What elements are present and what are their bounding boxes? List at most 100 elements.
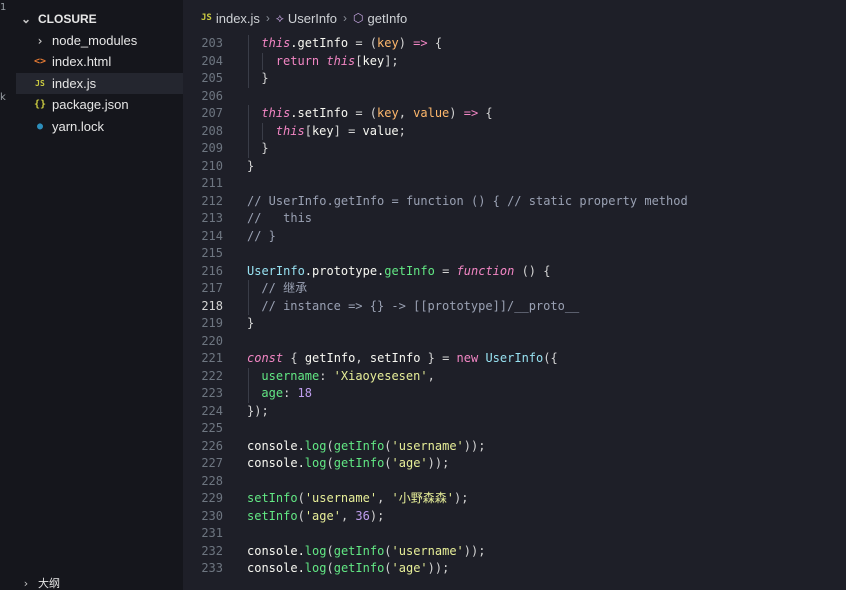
code-text: this.getInfo = (key) => {: [261, 35, 442, 53]
code-text: setInfo('username', '小野森森');: [247, 490, 468, 508]
code-token: ));: [463, 438, 486, 453]
code-token: (: [326, 543, 334, 558]
code-line[interactable]: 213 // this: [183, 210, 846, 228]
explorer-folder-header[interactable]: ⌄ CLOSURE: [20, 10, 97, 28]
line-number: 219: [201, 316, 223, 330]
code-line[interactable]: 231: [183, 525, 846, 543]
code-line[interactable]: 207 this.setInfo = (key, value) => {: [183, 105, 846, 123]
code-token: =: [434, 263, 457, 278]
code-token: ): [398, 36, 414, 50]
code-line[interactable]: 223 age: 18: [183, 385, 846, 403]
indent-guide: [248, 140, 249, 158]
explorer-sidebar: ⌄ CLOSURE › node_modules <> index.html J…: [12, 0, 183, 590]
code-token: console.: [247, 543, 305, 558]
code-token: [: [355, 53, 363, 68]
code-line[interactable]: 208 this[key] = value;: [183, 122, 846, 140]
code-line[interactable]: 205}: [183, 70, 846, 88]
code-line[interactable]: 204 return this[key];: [183, 52, 846, 71]
breadcrumb-file[interactable]: index.js: [216, 11, 260, 26]
file-item-index-html[interactable]: <> index.html: [16, 51, 183, 72]
code-token: .getInfo: [290, 36, 356, 50]
code-token: }: [247, 316, 255, 330]
html-icon: <>: [34, 56, 47, 67]
code-token: ;: [398, 123, 406, 138]
line-number: 218: [201, 298, 223, 313]
code-line[interactable]: 220: [183, 333, 846, 351]
code-line[interactable]: 224});: [183, 403, 846, 421]
code-editor[interactable]: JS index.js › ⟡ UserInfo › ⬡ getInfo 203…: [183, 0, 846, 590]
code-token: console.: [247, 438, 305, 453]
line-number: 222: [201, 368, 223, 383]
file-name: yarn.lock: [52, 119, 105, 134]
chevron-right-icon: ›: [343, 11, 347, 25]
code-token: :: [319, 368, 334, 383]
file-item-package-json[interactable]: {} package.json: [16, 94, 183, 115]
code-token: 'age': [391, 561, 428, 575]
code-line[interactable]: 217 // 继承: [183, 280, 846, 298]
code-token: log: [304, 456, 327, 470]
code-token: 'username': [391, 438, 464, 453]
code-token: ,: [355, 351, 370, 365]
code-token: (: [384, 438, 392, 453]
breadcrumb-symbol-class[interactable]: UserInfo: [288, 11, 337, 26]
code-line[interactable]: 214 // }: [183, 228, 846, 246]
breadcrumb-symbol-method[interactable]: getInfo: [367, 11, 407, 26]
code-line[interactable]: 232 console.log(getInfo('username'));: [183, 543, 846, 561]
code-line[interactable]: 218 // instance => {} -> [[prototype]]/__…: [183, 297, 846, 315]
line-number: 233: [201, 561, 223, 575]
code-token: this: [275, 123, 305, 138]
code-line[interactable]: 233 console.log(getInfo('age'));: [183, 560, 846, 578]
code-line[interactable]: 219}: [183, 315, 846, 333]
code-lines[interactable]: 203 this.getInfo = (key) => {204 return th…: [183, 35, 846, 578]
code-token: ));: [427, 456, 450, 470]
code-token: setInfo: [369, 351, 421, 365]
line-number: 220: [201, 333, 223, 348]
code-token: ,: [398, 106, 414, 120]
code-text: setInfo('age', 36);: [247, 508, 384, 526]
activity-bar: 1 k: [0, 0, 12, 590]
line-number: 206: [201, 88, 223, 103]
code-line[interactable]: 209}: [183, 140, 846, 158]
file-item-node-modules[interactable]: › node_modules: [16, 30, 183, 51]
line-number: 228: [201, 473, 223, 488]
line-number: 216: [201, 263, 223, 278]
indent-guide: [248, 385, 249, 403]
code-line[interactable]: 212 // UserInfo.getInfo = function () { /…: [183, 193, 846, 211]
file-item-index-js[interactable]: JS index.js: [16, 73, 183, 94]
code-line[interactable]: 211: [183, 175, 846, 193]
activity-glyph: k: [0, 92, 6, 103]
file-item-yarn-lock[interactable]: ● yarn.lock: [16, 116, 183, 137]
code-line[interactable]: 228: [183, 473, 846, 491]
code-line[interactable]: 203 this.getInfo = (key) => {: [183, 35, 846, 53]
yarn-icon: ●: [36, 121, 44, 132]
code-line[interactable]: 222 username: 'Xiaoyesesen',: [183, 367, 846, 386]
code-token: username: [261, 368, 320, 383]
code-token: 'age': [304, 508, 341, 523]
code-token: [: [304, 123, 312, 138]
code-token: =>: [413, 36, 428, 50]
code-token: this: [261, 106, 291, 120]
code-text: return this[key];: [276, 53, 399, 71]
line-number: 221: [201, 351, 223, 365]
code-line[interactable]: 206: [183, 88, 846, 106]
code-token: (: [326, 561, 334, 575]
code-line[interactable]: 215: [183, 245, 846, 263]
code-line[interactable]: 221 const { getInfo, setInfo } = new User…: [183, 350, 846, 368]
code-line[interactable]: 230 setInfo('age', 36);: [183, 508, 846, 526]
file-name: package.json: [52, 97, 129, 112]
code-line[interactable]: 226 console.log(getInfo('username'));: [183, 438, 846, 456]
code-line[interactable]: 229 setInfo('username', '小野森森');: [183, 490, 846, 508]
code-line[interactable]: 210}: [183, 158, 846, 176]
indent-guide: [248, 70, 249, 88]
code-line[interactable]: 227 console.log(getInfo('age'));: [183, 455, 846, 473]
code-line[interactable]: 225: [183, 420, 846, 438]
code-token: getInfo: [333, 456, 385, 470]
code-line[interactable]: 216 UserInfo.prototype.getInfo = function…: [183, 263, 846, 281]
outline-section-header[interactable]: › 大纲: [20, 575, 60, 590]
line-number: 209: [201, 141, 223, 155]
line-number: 204: [201, 53, 223, 68]
indent-guide: [262, 122, 264, 140]
code-text: username: 'Xiaoyesesen',: [261, 368, 434, 386]
code-token: (: [384, 456, 392, 470]
code-text: const { getInfo, setInfo } = new UserInf…: [247, 350, 558, 368]
